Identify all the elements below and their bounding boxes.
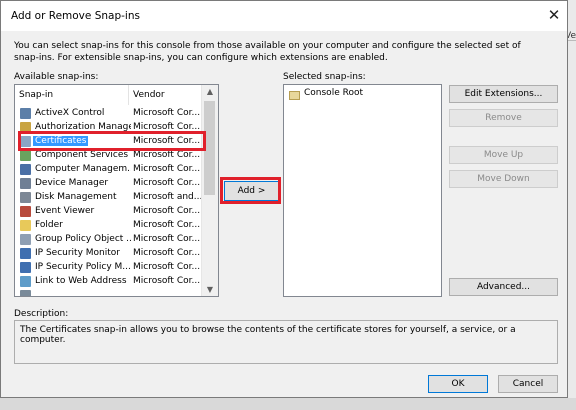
list-item[interactable]: Folder Microsoft Cor... bbox=[15, 219, 205, 233]
remove-button[interactable]: Remove bbox=[449, 109, 558, 127]
cancel-button[interactable]: Cancel bbox=[498, 375, 558, 393]
ok-button[interactable]: OK bbox=[428, 375, 488, 393]
list-item[interactable]: Event Viewer Microsoft Cor... bbox=[15, 205, 205, 219]
move-up-button[interactable]: Move Up bbox=[449, 146, 558, 164]
link-icon bbox=[20, 276, 31, 287]
list-item-partial bbox=[15, 289, 205, 296]
activex-icon bbox=[20, 108, 31, 119]
selected-snapins-list[interactable]: Console Root bbox=[283, 84, 442, 297]
list-item[interactable]: Device Manager Microsoft Cor... bbox=[15, 177, 205, 191]
list-item[interactable]: Component Services Microsoft Cor... bbox=[15, 149, 205, 163]
ip-security-monitor-icon bbox=[20, 248, 31, 259]
add-remove-snapins-dialog: Add or Remove Snap-ins ✕ You can select … bbox=[0, 0, 568, 398]
disk-management-icon bbox=[20, 192, 31, 203]
list-item[interactable]: Computer Managem... Microsoft Cor... bbox=[15, 163, 205, 177]
list-item[interactable]: Link to Web Address Microsoft Cor... bbox=[15, 275, 205, 289]
dialog-title: Add or Remove Snap-ins bbox=[11, 10, 140, 22]
intro-text: You can select snap-ins for this console… bbox=[14, 41, 521, 63]
list-item[interactable]: Group Policy Object ... Microsoft Cor... bbox=[15, 233, 205, 247]
list-item-console-root[interactable]: Console Root bbox=[284, 87, 441, 101]
column-header-snapin[interactable]: Snap-in bbox=[15, 85, 129, 105]
component-services-icon bbox=[20, 150, 31, 161]
scroll-up-icon[interactable]: ▲ bbox=[202, 87, 218, 96]
close-icon[interactable]: ✕ bbox=[540, 4, 568, 26]
add-button-highlight-annotation bbox=[220, 177, 281, 204]
ip-security-policy-icon bbox=[20, 262, 31, 273]
edit-extensions-button[interactable]: Edit Extensions... bbox=[449, 85, 558, 103]
group-policy-icon bbox=[20, 234, 31, 245]
device-manager-icon bbox=[20, 178, 31, 189]
available-snapins-label: Available snap-ins: bbox=[14, 72, 99, 82]
folder-icon bbox=[289, 91, 300, 100]
list-item[interactable]: ActiveX Control Microsoft Cor... bbox=[15, 107, 205, 121]
column-header-vendor[interactable]: Vendor bbox=[129, 85, 205, 105]
title-bar: Add or Remove Snap-ins ✕ bbox=[1, 1, 567, 31]
list-item[interactable]: IP Security Policy M... Microsoft Cor... bbox=[15, 261, 205, 275]
snapin-icon bbox=[20, 290, 31, 296]
scroll-down-icon[interactable]: ▼ bbox=[202, 285, 218, 294]
available-snapins-list[interactable]: Snap-in Vendor ActiveX Control Microsoft… bbox=[14, 84, 219, 297]
advanced-button[interactable]: Advanced... bbox=[449, 278, 558, 296]
computer-management-icon bbox=[20, 164, 31, 175]
available-list-scrollbar[interactable]: ▲ ▼ bbox=[201, 85, 218, 296]
folder-icon bbox=[20, 220, 31, 231]
description-label: Description: bbox=[14, 309, 69, 319]
list-item[interactable]: IP Security Monitor Microsoft Cor... bbox=[15, 247, 205, 261]
move-down-button[interactable]: Move Down bbox=[449, 170, 558, 188]
list-item[interactable]: Disk Management Microsoft and... bbox=[15, 191, 205, 205]
certificates-highlight-annotation bbox=[18, 131, 206, 151]
description-text: The Certificates snap-in allows you to b… bbox=[14, 320, 558, 364]
background-bottom-strip bbox=[0, 398, 576, 410]
event-viewer-icon bbox=[20, 206, 31, 217]
selected-snapins-label: Selected snap-ins: bbox=[283, 72, 366, 82]
